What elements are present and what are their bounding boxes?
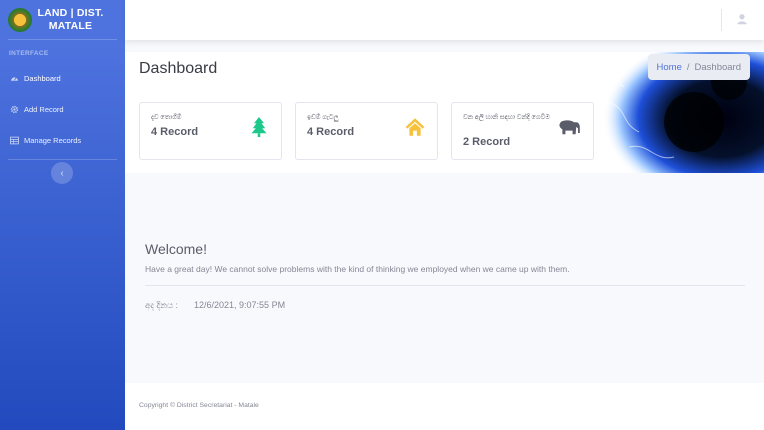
breadcrumb-separator: / <box>686 61 690 73</box>
page-title: Dashboard <box>139 60 218 77</box>
sidebar-item-label: Dashboard <box>24 74 61 83</box>
card-label: වන අලි හානි සඳහා වන්දි ගෙවීම <box>463 114 550 121</box>
stat-card-timber[interactable]: දැව තොගීම් 4 Record <box>139 102 282 160</box>
card-value: 4 Record <box>151 126 199 138</box>
tree-icon <box>251 117 267 137</box>
current-date: 12/6/2021, 9:07:55 PM <box>194 300 286 310</box>
dashboard-banner: Dashboard Home / Dashboard දැව තොගීම් 4 … <box>125 52 764 173</box>
emblem-logo <box>8 7 32 32</box>
sidebar-item-label: Manage Records <box>24 136 82 145</box>
gauge-icon <box>11 77 18 81</box>
breadcrumb-home-link[interactable]: Home <box>657 62 682 73</box>
elephant-icon <box>559 120 580 135</box>
breadcrumb: Home / Dashboard <box>647 54 750 80</box>
sidebar-item-manage-records[interactable]: Manage Records <box>0 125 125 156</box>
welcome-heading: Welcome! <box>145 241 207 257</box>
breadcrumb-current: Dashboard <box>694 61 741 73</box>
topbar <box>125 0 764 40</box>
house-icon <box>405 118 425 136</box>
chevron-left-icon: ‹ <box>60 167 64 179</box>
copyright-text: Copyright © District Secretariat - Matal… <box>139 402 259 409</box>
brand[interactable]: LAND | DIST. MATALE <box>8 0 117 40</box>
brand-title: LAND | DIST. MATALE <box>37 6 104 32</box>
card-value: 2 Record <box>463 136 511 148</box>
card-label: දැව තොගීම් <box>151 114 182 121</box>
date-label: අද දිනය : <box>145 300 178 310</box>
welcome-message: Have a great day! We cannot solve proble… <box>145 264 570 274</box>
sidebar-item-label: Add Record <box>24 105 64 114</box>
table-icon <box>10 136 19 145</box>
sidebar: LAND | DIST. MATALE INTERFACE Dashboard … <box>0 0 125 430</box>
sidebar-item-add-record[interactable]: Add Record <box>0 94 125 125</box>
card-value: 4 Record <box>307 126 355 138</box>
sidebar-heading: INTERFACE <box>9 50 49 57</box>
sidebar-item-dashboard[interactable]: Dashboard <box>0 63 125 94</box>
section-divider <box>145 285 745 286</box>
footer: Copyright © District Secretariat - Matal… <box>125 383 764 430</box>
user-icon[interactable] <box>736 13 748 25</box>
stat-card-land-issues[interactable]: ඉඩම් ගැටලු 4 Record <box>295 102 438 160</box>
card-label: ඉඩම් ගැටලු <box>307 114 339 121</box>
sidebar-toggle-button[interactable]: ‹ <box>51 162 73 184</box>
topbar-divider <box>721 9 722 31</box>
stat-card-elephant-compensation[interactable]: වන අලි හානි සඳහා වන්දි ගෙවීම 2 Record <box>451 102 594 160</box>
gear-icon <box>10 105 19 114</box>
sidebar-divider <box>8 159 117 160</box>
